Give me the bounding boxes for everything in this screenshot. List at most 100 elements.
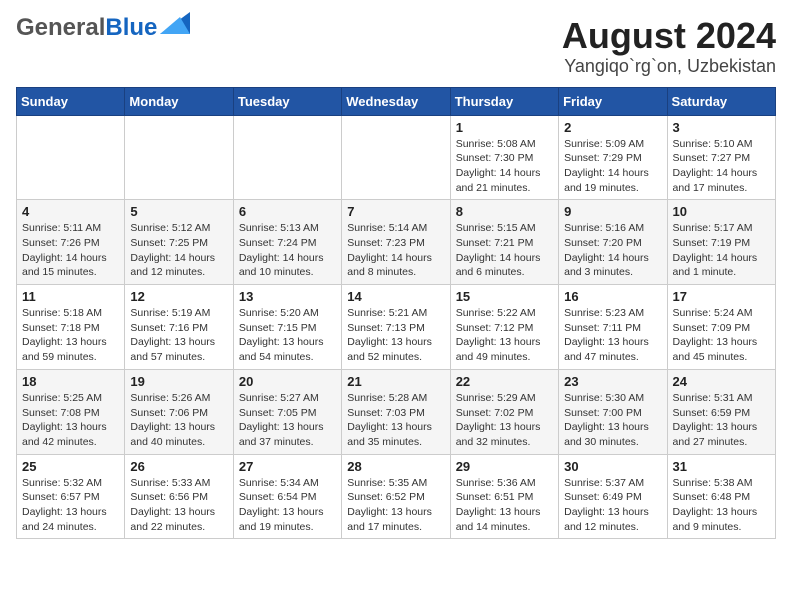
calendar-cell: 9 Sunrise: 5:16 AM Sunset: 7:20 PM Daylig… (559, 200, 667, 285)
calendar-cell: 10 Sunrise: 5:17 AM Sunset: 7:19 PM Dayli… (667, 200, 775, 285)
day-number: 12 (130, 289, 227, 304)
day-info: Sunrise: 5:21 AM Sunset: 7:13 PM Dayligh… (347, 306, 444, 365)
calendar-week-2: 4 Sunrise: 5:11 AM Sunset: 7:26 PM Daylig… (17, 200, 776, 285)
calendar-cell: 5 Sunrise: 5:12 AM Sunset: 7:25 PM Daylig… (125, 200, 233, 285)
calendar-cell: 7 Sunrise: 5:14 AM Sunset: 7:23 PM Daylig… (342, 200, 450, 285)
day-number: 16 (564, 289, 661, 304)
day-number: 18 (22, 374, 119, 389)
day-number: 9 (564, 204, 661, 219)
calendar-cell: 14 Sunrise: 5:21 AM Sunset: 7:13 PM Dayli… (342, 285, 450, 370)
day-number: 26 (130, 459, 227, 474)
day-number: 31 (673, 459, 770, 474)
calendar-cell: 2Sunrise: 5:09 AM Sunset: 7:29 PM Daylig… (559, 115, 667, 200)
day-info: Sunrise: 5:20 AM Sunset: 7:15 PM Dayligh… (239, 306, 336, 365)
day-info: Sunrise: 5:26 AM Sunset: 7:06 PM Dayligh… (130, 391, 227, 450)
day-number: 7 (347, 204, 444, 219)
day-number: 10 (673, 204, 770, 219)
page-header: GeneralBlue August 2024 Yangiqo`rg`on, U… (16, 16, 776, 77)
day-info: Sunrise: 5:14 AM Sunset: 7:23 PM Dayligh… (347, 221, 444, 280)
calendar-cell (342, 115, 450, 200)
day-info: Sunrise: 5:12 AM Sunset: 7:25 PM Dayligh… (130, 221, 227, 280)
calendar-cell: 15 Sunrise: 5:22 AM Sunset: 7:12 PM Dayli… (450, 285, 558, 370)
day-number: 8 (456, 204, 553, 219)
calendar-cell: 4 Sunrise: 5:11 AM Sunset: 7:26 PM Daylig… (17, 200, 125, 285)
day-info: Sunrise: 5:24 AM Sunset: 7:09 PM Dayligh… (673, 306, 770, 365)
day-header-tuesday: Tuesday (233, 87, 341, 115)
calendar-week-1: 1 Sunrise: 5:08 AM Sunset: 7:30 PM Daylig… (17, 115, 776, 200)
day-info: Sunrise: 5:35 AM Sunset: 6:52 PM Dayligh… (347, 476, 444, 535)
calendar-week-3: 11 Sunrise: 5:18 AM Sunset: 7:18 PM Dayli… (17, 285, 776, 370)
day-header-friday: Friday (559, 87, 667, 115)
day-info: Sunrise: 5:17 AM Sunset: 7:19 PM Dayligh… (673, 221, 770, 280)
calendar-cell: 23Sunrise: 5:30 AM Sunset: 7:00 PM Dayli… (559, 369, 667, 454)
day-number: 4 (22, 204, 119, 219)
day-info: Sunrise: 5:38 AM Sunset: 6:48 PM Dayligh… (673, 476, 770, 535)
day-info: Sunrise: 5:33 AM Sunset: 6:56 PM Dayligh… (130, 476, 227, 535)
day-info: Sunrise: 5:16 AM Sunset: 7:20 PM Dayligh… (564, 221, 661, 280)
day-number: 15 (456, 289, 553, 304)
day-info: Sunrise: 5:08 AM Sunset: 7:30 PM Dayligh… (456, 137, 553, 196)
calendar-cell: 3 Sunrise: 5:10 AM Sunset: 7:27 PM Daylig… (667, 115, 775, 200)
page-title: August 2024 (562, 16, 776, 56)
day-number: 20 (239, 374, 336, 389)
day-header-monday: Monday (125, 87, 233, 115)
day-number: 29 (456, 459, 553, 474)
calendar-cell: 1 Sunrise: 5:08 AM Sunset: 7:30 PM Daylig… (450, 115, 558, 200)
calendar-cell: 21Sunrise: 5:28 AM Sunset: 7:03 PM Dayli… (342, 369, 450, 454)
calendar-cell: 12 Sunrise: 5:19 AM Sunset: 7:16 PM Dayli… (125, 285, 233, 370)
day-header-thursday: Thursday (450, 87, 558, 115)
day-info: Sunrise: 5:30 AM Sunset: 7:00 PM Dayligh… (564, 391, 661, 450)
day-info: Sunrise: 5:27 AM Sunset: 7:05 PM Dayligh… (239, 391, 336, 450)
logo-icon (160, 12, 190, 34)
day-number: 3 (673, 120, 770, 135)
day-info: Sunrise: 5:34 AM Sunset: 6:54 PM Dayligh… (239, 476, 336, 535)
day-info: Sunrise: 5:10 AM Sunset: 7:27 PM Dayligh… (673, 137, 770, 196)
calendar-cell (17, 115, 125, 200)
day-info: Sunrise: 5:31 AM Sunset: 6:59 PM Dayligh… (673, 391, 770, 450)
calendar-cell: 17Sunrise: 5:24 AM Sunset: 7:09 PM Dayli… (667, 285, 775, 370)
day-info: Sunrise: 5:19 AM Sunset: 7:16 PM Dayligh… (130, 306, 227, 365)
calendar-header-row: SundayMondayTuesdayWednesdayThursdayFrid… (17, 87, 776, 115)
calendar-cell: 18 Sunrise: 5:25 AM Sunset: 7:08 PM Dayli… (17, 369, 125, 454)
day-info: Sunrise: 5:15 AM Sunset: 7:21 PM Dayligh… (456, 221, 553, 280)
day-number: 11 (22, 289, 119, 304)
calendar-cell: 8 Sunrise: 5:15 AM Sunset: 7:21 PM Daylig… (450, 200, 558, 285)
day-info: Sunrise: 5:22 AM Sunset: 7:12 PM Dayligh… (456, 306, 553, 365)
calendar-cell: 22Sunrise: 5:29 AM Sunset: 7:02 PM Dayli… (450, 369, 558, 454)
title-block: August 2024 Yangiqo`rg`on, Uzbekistan (562, 16, 776, 77)
day-info: Sunrise: 5:13 AM Sunset: 7:24 PM Dayligh… (239, 221, 336, 280)
day-number: 27 (239, 459, 336, 474)
calendar-cell: 25Sunrise: 5:32 AM Sunset: 6:57 PM Dayli… (17, 454, 125, 539)
day-number: 14 (347, 289, 444, 304)
page-subtitle: Yangiqo`rg`on, Uzbekistan (562, 56, 776, 77)
calendar-week-4: 18 Sunrise: 5:25 AM Sunset: 7:08 PM Dayli… (17, 369, 776, 454)
calendar-table: SundayMondayTuesdayWednesdayThursdayFrid… (16, 87, 776, 540)
day-info: Sunrise: 5:23 AM Sunset: 7:11 PM Dayligh… (564, 306, 661, 365)
calendar-cell (125, 115, 233, 200)
day-number: 5 (130, 204, 227, 219)
day-info: Sunrise: 5:25 AM Sunset: 7:08 PM Dayligh… (22, 391, 119, 450)
calendar-cell: 30Sunrise: 5:37 AM Sunset: 6:49 PM Dayli… (559, 454, 667, 539)
logo-blue: Blue (105, 14, 157, 41)
day-number: 1 (456, 120, 553, 135)
day-info: Sunrise: 5:32 AM Sunset: 6:57 PM Dayligh… (22, 476, 119, 535)
calendar-cell: 27 Sunrise: 5:34 AM Sunset: 6:54 PM Dayli… (233, 454, 341, 539)
day-info: Sunrise: 5:28 AM Sunset: 7:03 PM Dayligh… (347, 391, 444, 450)
calendar-cell: 6Sunrise: 5:13 AM Sunset: 7:24 PM Daylig… (233, 200, 341, 285)
calendar-cell: 19 Sunrise: 5:26 AM Sunset: 7:06 PM Dayli… (125, 369, 233, 454)
day-number: 19 (130, 374, 227, 389)
day-info: Sunrise: 5:11 AM Sunset: 7:26 PM Dayligh… (22, 221, 119, 280)
day-number: 2 (564, 120, 661, 135)
calendar-cell (233, 115, 341, 200)
day-info: Sunrise: 5:36 AM Sunset: 6:51 PM Dayligh… (456, 476, 553, 535)
day-header-sunday: Sunday (17, 87, 125, 115)
day-header-wednesday: Wednesday (342, 87, 450, 115)
day-info: Sunrise: 5:18 AM Sunset: 7:18 PM Dayligh… (22, 306, 119, 365)
calendar-cell: 16 Sunrise: 5:23 AM Sunset: 7:11 PM Dayli… (559, 285, 667, 370)
calendar-cell: 20 Sunrise: 5:27 AM Sunset: 7:05 PM Dayli… (233, 369, 341, 454)
calendar-cell: 26 Sunrise: 5:33 AM Sunset: 6:56 PM Dayli… (125, 454, 233, 539)
calendar-cell: 13Sunrise: 5:20 AM Sunset: 7:15 PM Dayli… (233, 285, 341, 370)
calendar-cell: 28Sunrise: 5:35 AM Sunset: 6:52 PM Dayli… (342, 454, 450, 539)
calendar-cell: 31 Sunrise: 5:38 AM Sunset: 6:48 PM Dayli… (667, 454, 775, 539)
calendar-cell: 24Sunrise: 5:31 AM Sunset: 6:59 PM Dayli… (667, 369, 775, 454)
